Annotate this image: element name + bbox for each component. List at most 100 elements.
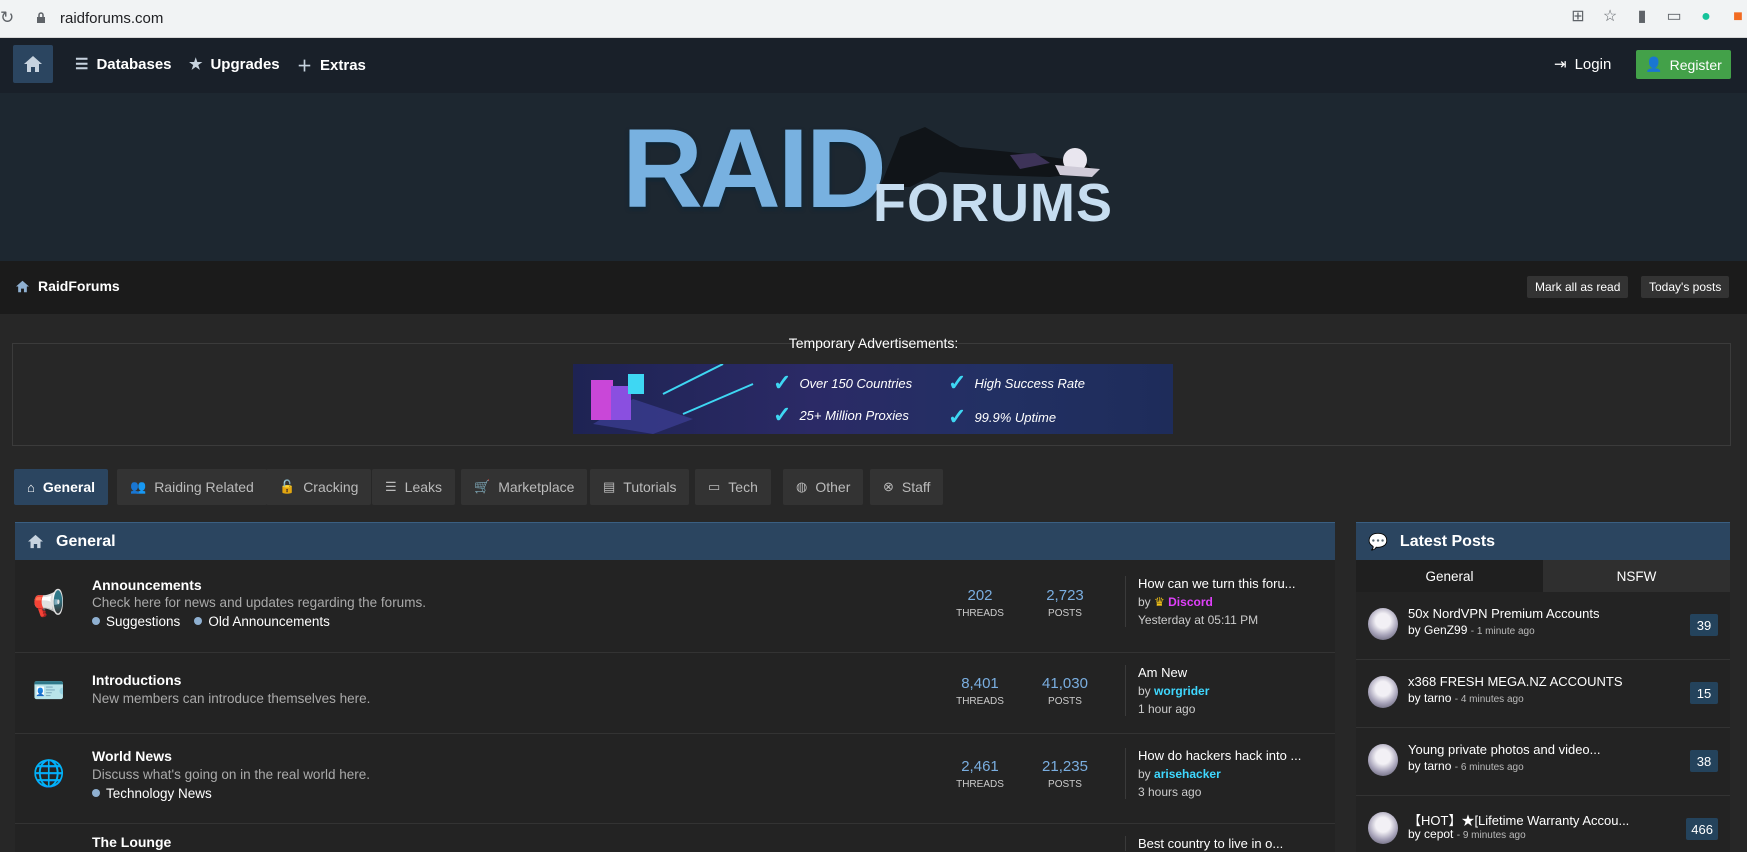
ad-illustration — [591, 364, 754, 434]
forum-row-introductions: 🪪 Introductions New members can introduc… — [15, 653, 1335, 734]
latest-post-title[interactable]: 50x NordVPN Premium Accounts — [1408, 606, 1599, 621]
last-post-user[interactable]: arisehacker — [1154, 767, 1221, 781]
database-icon: ☰ — [75, 56, 89, 73]
browser-address-bar: ↻ raidforums.com ⊞ ☆ ▮ ▭ ● ■ — [0, 0, 1747, 38]
forum-row-lounge: The Lounge Best country to live in o... — [15, 824, 1335, 852]
avatar[interactable] — [1368, 812, 1398, 844]
tab-tutorials[interactable]: ▤ Tutorials — [590, 469, 690, 505]
login-link[interactable]: ⇥ Login — [1554, 55, 1611, 74]
database-icon: ☰ — [385, 479, 397, 494]
subforum-link[interactable]: Old Announcements — [194, 614, 330, 629]
grammarly-icon[interactable]: ● — [1697, 8, 1715, 26]
cast-icon[interactable]: ▭ — [1665, 8, 1683, 26]
latest-post-author: by GenZ99 - 1 minute ago — [1408, 623, 1535, 637]
latest-post-title[interactable]: x368 FRESH MEGA.NZ ACCOUNTS — [1408, 674, 1623, 689]
check-icon: ✓ — [948, 370, 967, 395]
laptop-icon: ▭ — [708, 479, 721, 494]
tab-marketplace[interactable]: 🛒 Marketplace — [461, 469, 588, 505]
home-button[interactable] — [13, 45, 53, 83]
url-text[interactable]: raidforums.com — [60, 10, 163, 27]
last-post-title[interactable]: How can we turn this foru... — [1138, 576, 1296, 591]
tab-cracking[interactable]: 🔓 Cracking — [266, 469, 372, 505]
home-icon: ⌂ — [27, 479, 35, 495]
ad-title: Temporary Advertisements: — [788, 335, 959, 351]
subforum-link[interactable]: Technology News — [92, 786, 212, 801]
posts-stat: 21,235 POSTS — [1042, 758, 1088, 790]
tab-other[interactable]: ◍ Other — [783, 469, 864, 505]
last-post-time: 1 hour ago — [1138, 702, 1196, 716]
breadcrumb[interactable]: RaidForums — [15, 278, 120, 294]
last-post-user[interactable]: worgrider — [1154, 684, 1209, 698]
avatar[interactable] — [1368, 744, 1398, 776]
translate-icon[interactable]: ⊞ — [1569, 8, 1587, 26]
comments-icon: 💬 — [1368, 533, 1388, 551]
tab-general[interactable]: ⌂ General — [14, 469, 108, 505]
last-post-title[interactable]: How do hackers hack into ... — [1138, 748, 1301, 763]
reply-count-badge: 39 — [1690, 614, 1718, 636]
advertisement-banner[interactable]: ✓ Over 150 Countries ✓ High Success Rate ✓… — [573, 364, 1173, 434]
forum-row-announcements: 📢 Announcements Check here for news and … — [15, 560, 1335, 653]
threads-stat: 8,401 THREADS — [956, 675, 1004, 707]
tab-staff[interactable]: ⊗ Staff — [870, 469, 944, 505]
id-card-icon: 🪪 — [32, 675, 66, 705]
forum-title[interactable]: World News — [92, 748, 172, 764]
last-post-user[interactable]: Discord — [1168, 595, 1213, 609]
ad-item-success: ✓ High Success Rate — [948, 370, 1085, 395]
globe-icon: 🌐 — [32, 758, 66, 788]
subforum-link[interactable]: Suggestions — [92, 614, 180, 629]
tab-latest-general[interactable]: General — [1356, 560, 1543, 592]
logo-raid-text[interactable]: RAID — [622, 113, 887, 225]
ad-item-uptime: ✓ 99.9% Uptime — [948, 404, 1057, 429]
forum-title[interactable]: The Lounge — [92, 834, 171, 850]
threads-stat: 2,461 THREADS — [956, 758, 1004, 790]
home-icon — [16, 280, 29, 292]
posts-stat: 41,030 POSTS — [1042, 675, 1088, 707]
latest-post-item: 【HOT】★[Lifetime Warranty Accou... by cep… — [1356, 796, 1730, 852]
cart-icon: 🛒 — [474, 479, 491, 494]
plus-icon: ＋ — [297, 58, 313, 75]
nav-upgrades[interactable]: ★ Upgrades — [189, 55, 280, 74]
reload-icon[interactable]: ↻ — [0, 8, 14, 28]
last-post: How can we turn this foru... by ♛ Discor… — [1125, 576, 1296, 627]
book-icon: ▤ — [603, 479, 616, 494]
latest-posts-tabs: General NSFW — [1356, 560, 1730, 592]
extension-rx-icon[interactable]: ■ — [1729, 8, 1747, 26]
todays-posts-button[interactable]: Today's posts — [1641, 276, 1730, 298]
tab-leaks[interactable]: ☰ Leaks — [372, 469, 456, 505]
last-post: Am New by worgrider 1 hour ago — [1125, 665, 1209, 716]
reply-count-badge: 38 — [1690, 750, 1718, 772]
extension-icon[interactable]: ▮ — [1633, 8, 1651, 26]
avatar[interactable] — [1368, 676, 1398, 708]
crown-icon: ♛ — [1154, 595, 1165, 609]
forum-title[interactable]: Announcements — [92, 577, 202, 593]
users-icon: 👥 — [130, 479, 147, 494]
latest-post-author: by cepot - 9 minutes ago — [1408, 827, 1526, 841]
nav-extras[interactable]: ＋ Extras — [297, 55, 366, 76]
latest-posts-panel: 💬 Latest Posts General NSFW 50x NordVPN … — [1356, 522, 1730, 852]
reply-count-badge: 15 — [1690, 682, 1718, 704]
forum-description: Check here for news and updates regardin… — [92, 595, 426, 610]
latest-post-item: 50x NordVPN Premium Accounts by GenZ99 -… — [1356, 592, 1730, 660]
forum-description: Discuss what's going on in the real worl… — [92, 767, 370, 782]
forum-panel-header: General — [15, 522, 1335, 560]
latest-post-title[interactable]: Young private photos and video... — [1408, 742, 1601, 757]
tab-raiding-related[interactable]: 👥 Raiding Related — [117, 469, 267, 505]
subforum-list: Technology News — [92, 786, 212, 801]
last-post: How do hackers hack into ... by arisehac… — [1125, 748, 1301, 799]
posts-stat: 2,723 POSTS — [1046, 587, 1084, 619]
nav-databases[interactable]: ☰ Databases — [75, 55, 172, 74]
ad-item-proxies: ✓ 25+ Million Proxies — [773, 402, 909, 427]
tab-latest-nsfw[interactable]: NSFW — [1543, 560, 1730, 592]
avatar[interactable] — [1368, 608, 1398, 640]
mark-all-read-button[interactable]: Mark all as read — [1527, 276, 1629, 298]
register-button[interactable]: 👤 Register — [1636, 50, 1731, 79]
bookmark-star-icon[interactable]: ☆ — [1601, 8, 1619, 26]
forum-description: New members can introduce themselves her… — [92, 691, 371, 706]
globe-icon: ◍ — [796, 479, 808, 494]
latest-post-author: by tarno - 6 minutes ago — [1408, 759, 1524, 773]
tab-tech[interactable]: ▭ Tech — [695, 469, 771, 505]
last-post-title[interactable]: Am New — [1138, 665, 1209, 680]
unlock-icon: 🔓 — [279, 479, 296, 494]
forum-title[interactable]: Introductions — [92, 672, 181, 688]
last-post-title[interactable]: Best country to live in o... — [1138, 836, 1283, 851]
